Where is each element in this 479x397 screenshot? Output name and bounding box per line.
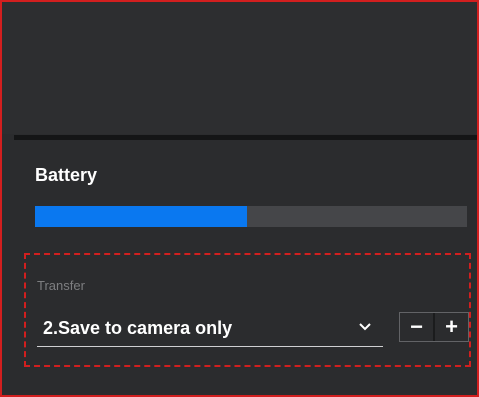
battery-label: Battery <box>35 165 98 185</box>
transfer-mode-select[interactable]: 2.Save to camera only <box>37 312 383 347</box>
transfer-section-highlight <box>24 253 471 367</box>
increment-button[interactable]: + <box>435 313 468 341</box>
section-divider <box>14 135 477 140</box>
battery-level-bar <box>35 206 467 227</box>
decrement-button[interactable]: − <box>400 313 433 341</box>
transfer-label: Transfer <box>37 278 85 293</box>
transfer-stepper: − + <box>399 312 469 342</box>
preview-area <box>2 2 477 134</box>
camera-settings-panel: Battery Transfer 2.Save to camera only −… <box>0 0 479 397</box>
battery-level-fill <box>35 206 247 227</box>
transfer-mode-value: 2.Save to camera only <box>43 318 233 338</box>
chevron-down-icon <box>357 319 373 335</box>
